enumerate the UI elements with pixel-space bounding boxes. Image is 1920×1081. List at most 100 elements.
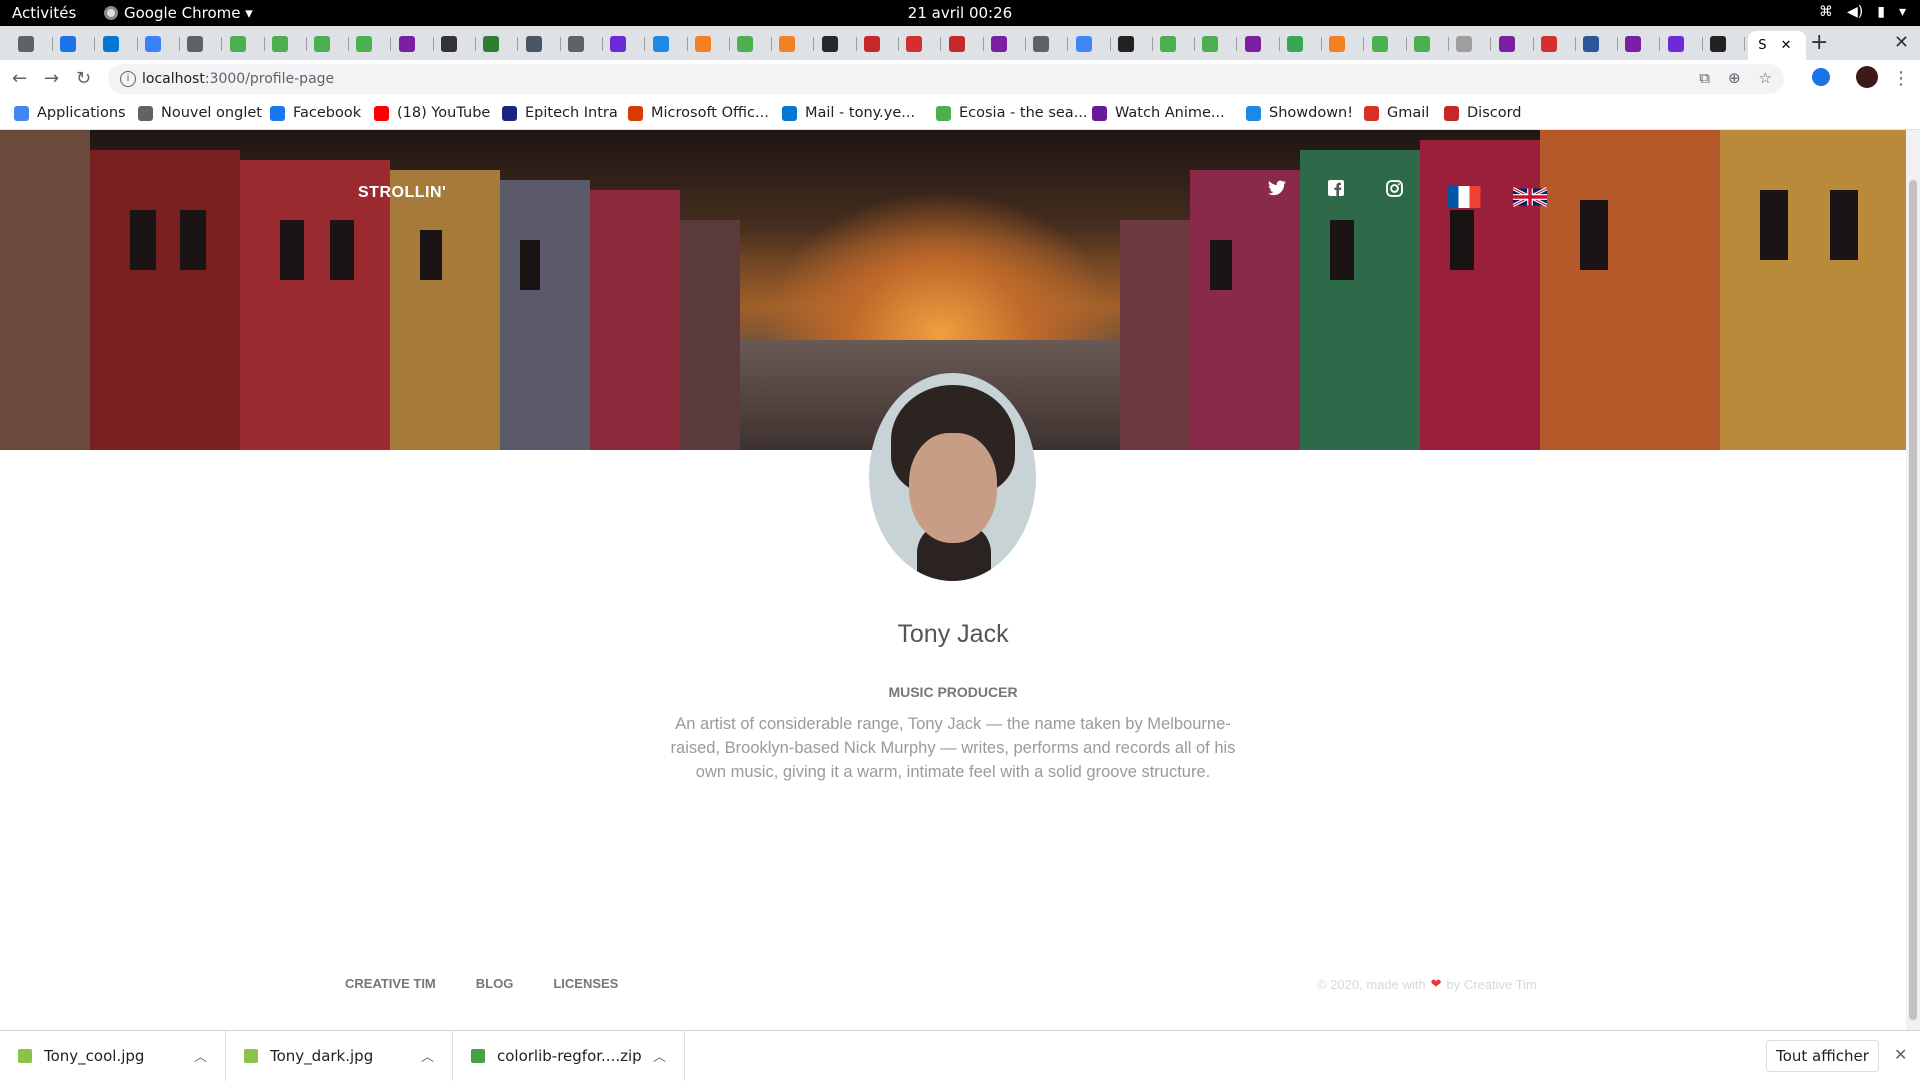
tab[interactable]: [1664, 31, 1704, 57]
tab[interactable]: [1621, 31, 1661, 57]
footer-link-creative-tim[interactable]: CREATIVE TIM: [345, 976, 436, 991]
download-item[interactable]: Tony_dark.jpg ︿: [226, 1031, 453, 1081]
tab[interactable]: [775, 31, 815, 57]
extension-icon[interactable]: [1812, 68, 1830, 86]
tab[interactable]: [437, 31, 477, 57]
tab[interactable]: [1537, 31, 1577, 57]
tab[interactable]: [945, 31, 985, 57]
bookmark-item[interactable]: Facebook: [270, 105, 361, 121]
close-shelf-icon[interactable]: ✕: [1894, 1045, 1907, 1064]
clock[interactable]: 21 avril 00:26: [0, 4, 1920, 22]
tab-active[interactable]: S ✕: [1748, 31, 1807, 60]
tab-favicon-icon: [441, 36, 457, 52]
bookmark-item[interactable]: Ecosia - the sea...: [936, 105, 1088, 121]
footer-link-blog[interactable]: BLOG: [476, 976, 514, 991]
tab[interactable]: [1072, 31, 1112, 57]
bookmark-star-icon[interactable]: ☆: [1759, 69, 1772, 87]
tab[interactable]: [902, 31, 942, 57]
bookmark-item[interactable]: (18) YouTube: [374, 105, 490, 121]
download-item[interactable]: Tony_cool.jpg ︿: [0, 1031, 226, 1081]
tab[interactable]: [1368, 31, 1408, 57]
window-close-button[interactable]: ✕: [1894, 32, 1909, 53]
profile-avatar-icon[interactable]: [1856, 66, 1878, 88]
download-filename: Tony_cool.jpg: [44, 1047, 145, 1065]
reload-icon[interactable]: ↻: [76, 68, 91, 89]
chevron-up-icon[interactable]: ︿: [194, 1046, 207, 1065]
tab[interactable]: [141, 31, 181, 57]
tab[interactable]: [268, 31, 308, 57]
tab-favicon-icon: [779, 36, 796, 52]
bookmark-item[interactable]: Mail - tony.ye...: [782, 105, 915, 121]
site-info-icon[interactable]: i: [120, 71, 136, 87]
tab[interactable]: [733, 31, 773, 57]
volume-icon: ◀): [1847, 4, 1864, 20]
bookmark-item[interactable]: Gmail: [1364, 105, 1429, 121]
new-tab-button[interactable]: +: [1810, 30, 1828, 55]
tab[interactable]: [1495, 31, 1535, 57]
system-tray[interactable]: ⌘ ◀) ▮ ▾: [1819, 4, 1906, 20]
flag-uk-icon[interactable]: [1512, 186, 1548, 208]
tab[interactable]: [479, 31, 519, 57]
translate-icon[interactable]: ⧉: [1699, 69, 1710, 87]
tab[interactable]: [395, 31, 435, 57]
tab[interactable]: [1198, 31, 1238, 57]
tab[interactable]: [56, 31, 96, 57]
tab[interactable]: [1114, 31, 1154, 57]
tab[interactable]: [860, 31, 900, 57]
tab[interactable]: [1325, 31, 1365, 57]
site-brand[interactable]: STROLLIN': [358, 184, 446, 202]
tab[interactable]: [818, 31, 858, 57]
facebook-icon[interactable]: [1328, 180, 1344, 200]
tab[interactable]: [691, 31, 731, 57]
bookmark-item[interactable]: Epitech Intra: [502, 105, 618, 121]
footer-link-licenses[interactable]: LICENSES: [553, 976, 618, 991]
bookmark-item[interactable]: Watch Anime...: [1092, 105, 1225, 121]
download-item[interactable]: colorlib-regfor....zip ︿: [453, 1031, 685, 1081]
instagram-icon[interactable]: [1386, 180, 1403, 201]
bookmark-label: Ecosia - the sea...: [959, 105, 1088, 121]
bookmark-label: Nouvel onglet: [161, 105, 262, 121]
bookmark-item[interactable]: Discord: [1444, 105, 1522, 121]
tab-favicon-icon: [1498, 36, 1515, 52]
tab[interactable]: [1156, 31, 1196, 57]
bookmark-item[interactable]: Showdown!: [1246, 105, 1353, 121]
tab[interactable]: [1410, 31, 1450, 57]
tab[interactable]: [1029, 31, 1069, 57]
tab[interactable]: [522, 31, 562, 57]
zoom-icon[interactable]: ⊕: [1728, 69, 1741, 87]
tab[interactable]: [1579, 31, 1619, 57]
download-filename: colorlib-regfor....zip: [497, 1047, 642, 1065]
page-scrollbar[interactable]: [1906, 130, 1920, 1030]
chevron-up-icon[interactable]: ︿: [653, 1046, 666, 1065]
twitter-icon[interactable]: [1268, 180, 1286, 200]
tab[interactable]: [987, 31, 1027, 57]
tab-strip: S ✕: [0, 26, 1920, 60]
tab-close-icon[interactable]: ✕: [1781, 38, 1792, 53]
chevron-up-icon[interactable]: ︿: [421, 1046, 434, 1065]
tab[interactable]: [1283, 31, 1323, 57]
chrome-menu-icon[interactable]: ⋮: [1892, 68, 1910, 89]
bookmark-item[interactable]: Nouvel onglet: [138, 105, 262, 121]
address-bar[interactable]: i localhost:3000/profile-page ⧉ ⊕ ☆: [108, 64, 1784, 94]
flag-fr-icon[interactable]: [1447, 186, 1481, 208]
building: [1540, 130, 1720, 450]
tab[interactable]: [352, 31, 392, 57]
tab[interactable]: [1706, 31, 1746, 57]
tab[interactable]: [310, 31, 350, 57]
forward-icon[interactable]: →: [44, 68, 59, 89]
scrollbar-thumb[interactable]: [1909, 180, 1917, 1020]
show-all-downloads-button[interactable]: Tout afficher: [1766, 1040, 1879, 1072]
bookmark-item[interactable]: Microsoft Offic...: [628, 105, 769, 121]
tab[interactable]: [14, 31, 54, 57]
tab[interactable]: [564, 31, 604, 57]
tab[interactable]: [183, 31, 223, 57]
tab[interactable]: [1452, 31, 1492, 57]
tab[interactable]: [99, 31, 139, 57]
tab[interactable]: [1241, 31, 1281, 57]
tab-favicon-icon: [102, 36, 119, 52]
back-icon[interactable]: ←: [12, 68, 27, 89]
tab[interactable]: [649, 31, 689, 57]
bookmark-item[interactable]: Applications: [14, 105, 126, 121]
tab[interactable]: [606, 31, 646, 57]
tab[interactable]: [226, 31, 266, 57]
